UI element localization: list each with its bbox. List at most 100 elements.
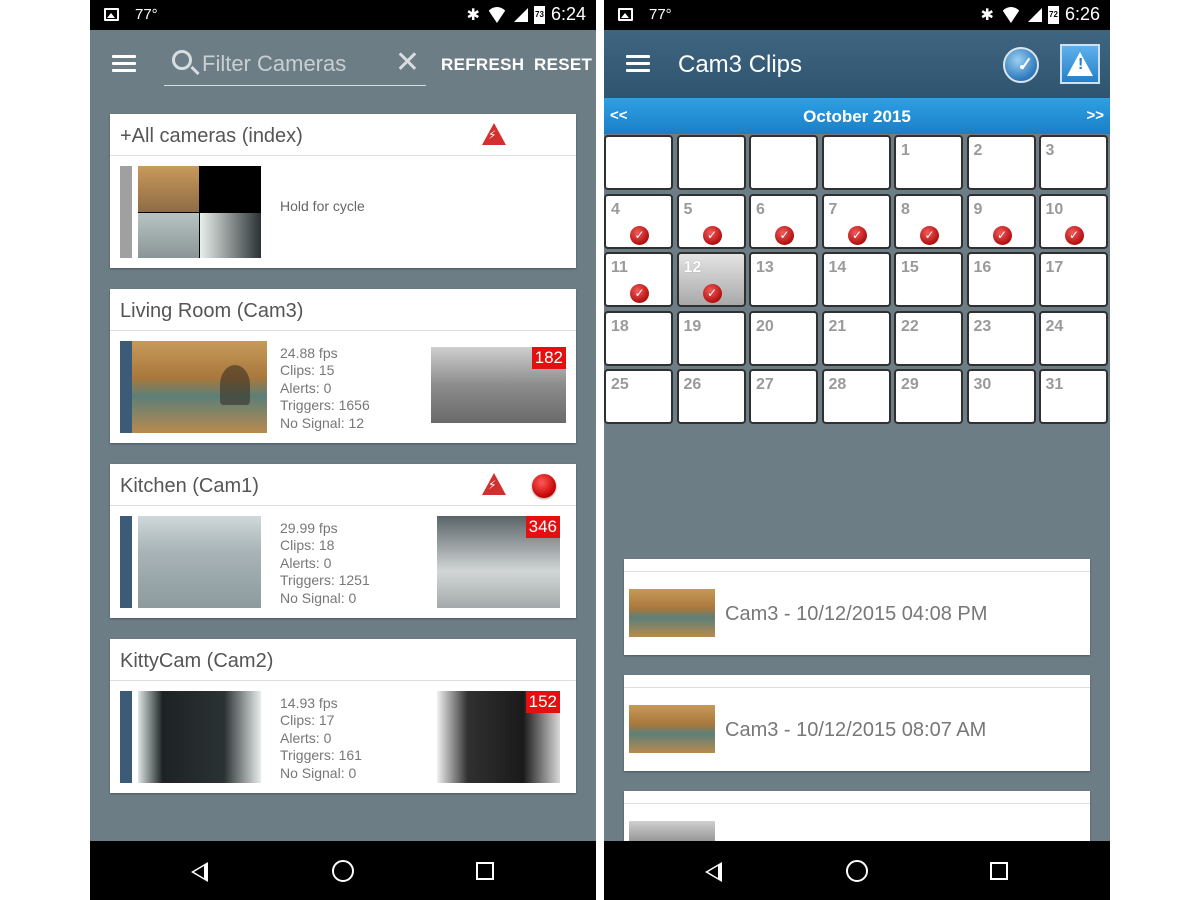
calendar-day-cell[interactable]: 28 [821, 369, 891, 424]
calendar-day-number: 29 [901, 376, 919, 393]
no-signal-text: No Signal: 0 [280, 764, 357, 781]
camera-thumbnail[interactable] [138, 516, 261, 608]
clip-count-badge: 182 [531, 347, 566, 369]
calendar-day-cell[interactable]: 19 [676, 310, 746, 366]
calendar-day-cell[interactable]: 31 [1038, 369, 1108, 424]
calendar-empty-cell [604, 135, 673, 190]
camera-card-kitchen[interactable]: Kitchen (Cam1) 29.99 fps Clips: 18 Alert… [110, 464, 576, 618]
toolbar: ✕ REFRESH RESET [90, 30, 596, 98]
calendar-day-cell[interactable]: 10 ✓ [1038, 193, 1108, 249]
calendar-day-cell[interactable]: 17 [1038, 252, 1108, 307]
last-trigger-snapshot[interactable]: 182 [431, 347, 566, 423]
calendar-day-cell[interactable]: 15 [894, 252, 963, 307]
calendar-day-number: 4 [611, 200, 620, 218]
clip-count-badge: 346 [525, 516, 560, 538]
calendar-day-number: 21 [828, 317, 847, 335]
calendar-empty-cell [821, 135, 891, 190]
last-trigger-snapshot[interactable]: 152 [437, 691, 560, 783]
camera-card-kittycam[interactable]: KittyCam (Cam2) 14.93 fps Clips: 17 Aler… [110, 639, 576, 793]
calendar-day-cell[interactable]: 18 [604, 310, 673, 366]
calendar-day-cell[interactable]: 4 ✓ [604, 193, 673, 249]
has-clips-check-icon: ✓ [920, 225, 939, 245]
camera-thumbnail[interactable] [132, 341, 267, 433]
camera-card-all[interactable]: +All cameras (index) Hold for cycle [110, 114, 576, 268]
calendar-day-number: 8 [901, 200, 910, 218]
battery-icon: 72 [1047, 5, 1059, 24]
calendar-header: << October 2015 >> [604, 98, 1110, 134]
camera-list-screen: 77° ✱ 73 6:24 ✕ REFRESH RESET +All camer… [90, 0, 596, 900]
camera-thumbnail[interactable] [138, 691, 261, 783]
camera-card-living-room[interactable]: Living Room (Cam3) 24.88 fps Clips: 15 A… [110, 289, 576, 443]
home-icon[interactable] [332, 860, 354, 882]
calendar-day-cell[interactable]: 22 [894, 310, 963, 366]
triggers-text: Triggers: 1656 [280, 397, 370, 414]
bluetooth-icon: ✱ [466, 6, 480, 24]
calendar-day-cell[interactable]: 3 [1038, 135, 1108, 190]
calendar-day-cell[interactable]: 25 [604, 369, 673, 424]
alert-warning-icon[interactable] [482, 123, 506, 145]
calendar-day-number: 10 [1045, 200, 1064, 218]
calendar-day-cell[interactable]: 14 [821, 252, 891, 307]
camera-color-stripe [120, 516, 132, 608]
alerts-text: Alerts: 0 [280, 554, 332, 571]
calendar-day-cell[interactable]: 29 [894, 369, 963, 424]
last-trigger-snapshot[interactable]: 346 [437, 516, 560, 608]
calendar-day-number: 1 [901, 142, 910, 159]
recent-apps-icon[interactable] [990, 862, 1008, 880]
camera-color-stripe [120, 691, 132, 783]
back-icon[interactable] [191, 862, 208, 882]
calendar-day-cell[interactable]: 20 [749, 310, 818, 366]
calendar-day-cell[interactable]: 2 [966, 135, 1036, 190]
calendar-day-cell[interactable]: 8 ✓ [894, 193, 963, 249]
refresh-button[interactable]: REFRESH [441, 55, 524, 75]
calendar-day-cell[interactable]: 9 ✓ [966, 193, 1036, 249]
calendar-day-number: 3 [1045, 142, 1055, 159]
has-clips-check-icon: ✓ [847, 225, 867, 245]
has-clips-check-icon: ✓ [702, 225, 722, 245]
clip-thumbnail[interactable] [629, 589, 715, 637]
signal-icon [513, 7, 528, 22]
timeline-clock-icon[interactable] [1003, 47, 1039, 83]
calendar-day-cell[interactable]: 30 [966, 369, 1036, 424]
clips-text: Clips: 15 [280, 362, 335, 379]
clock-text: 6:26 [1064, 4, 1100, 24]
alert-warning-icon[interactable] [482, 473, 506, 495]
navigation-bar [90, 841, 596, 900]
fps-text: 24.88 fps [280, 345, 338, 361]
reset-button[interactable]: RESET [534, 55, 592, 75]
calendar-day-cell[interactable]: 24 [1038, 310, 1108, 366]
calendar-day-number: 20 [756, 317, 774, 335]
home-icon[interactable] [846, 860, 868, 882]
calendar-day-cell[interactable]: 16 [966, 252, 1036, 307]
all-cameras-thumbnail[interactable] [138, 166, 261, 258]
calendar-day-cell[interactable]: 12 ✓ [676, 252, 746, 307]
recording-icon[interactable] [532, 474, 556, 498]
calendar-day-number: 24 [1045, 317, 1064, 335]
next-month-button[interactable]: >> [1086, 107, 1104, 124]
calendar-day-cell[interactable]: 23 [966, 310, 1036, 366]
recent-apps-icon[interactable] [476, 862, 494, 880]
menu-icon[interactable] [626, 55, 650, 73]
calendar-day-cell[interactable]: 6 ✓ [749, 193, 818, 249]
camera-title: Living Room (Cam3) [120, 300, 304, 322]
calendar-day-number: 13 [756, 259, 774, 276]
calendar-day-cell[interactable]: 13 [749, 252, 818, 307]
clip-label: Cam3 - 10/12/2015 08:07 AM [725, 719, 987, 741]
calendar-day-cell[interactable]: 21 [821, 310, 891, 366]
calendar-day-cell[interactable]: 26 [676, 369, 746, 424]
alerts-icon[interactable] [1060, 44, 1100, 84]
calendar-day-cell[interactable]: 5 ✓ [676, 193, 746, 249]
filter-cameras-input[interactable] [202, 50, 382, 78]
clip-thumbnail[interactable] [629, 705, 715, 753]
clip-item[interactable]: Cam3 - 10/12/2015 04:08 PM [624, 559, 1090, 655]
calendar-day-cell[interactable]: 7 ✓ [821, 193, 891, 249]
calendar-day-number: 7 [828, 200, 838, 218]
calendar-day-number: 30 [973, 376, 992, 393]
calendar-day-cell[interactable]: 1 [894, 135, 963, 190]
clear-icon[interactable]: ✕ [395, 48, 420, 78]
back-icon[interactable] [705, 862, 722, 882]
menu-icon[interactable] [112, 55, 136, 73]
calendar-day-cell[interactable]: 11 ✓ [604, 252, 673, 307]
clip-item[interactable]: Cam3 - 10/12/2015 08:07 AM [624, 675, 1090, 771]
calendar-day-cell[interactable]: 27 [749, 369, 818, 424]
